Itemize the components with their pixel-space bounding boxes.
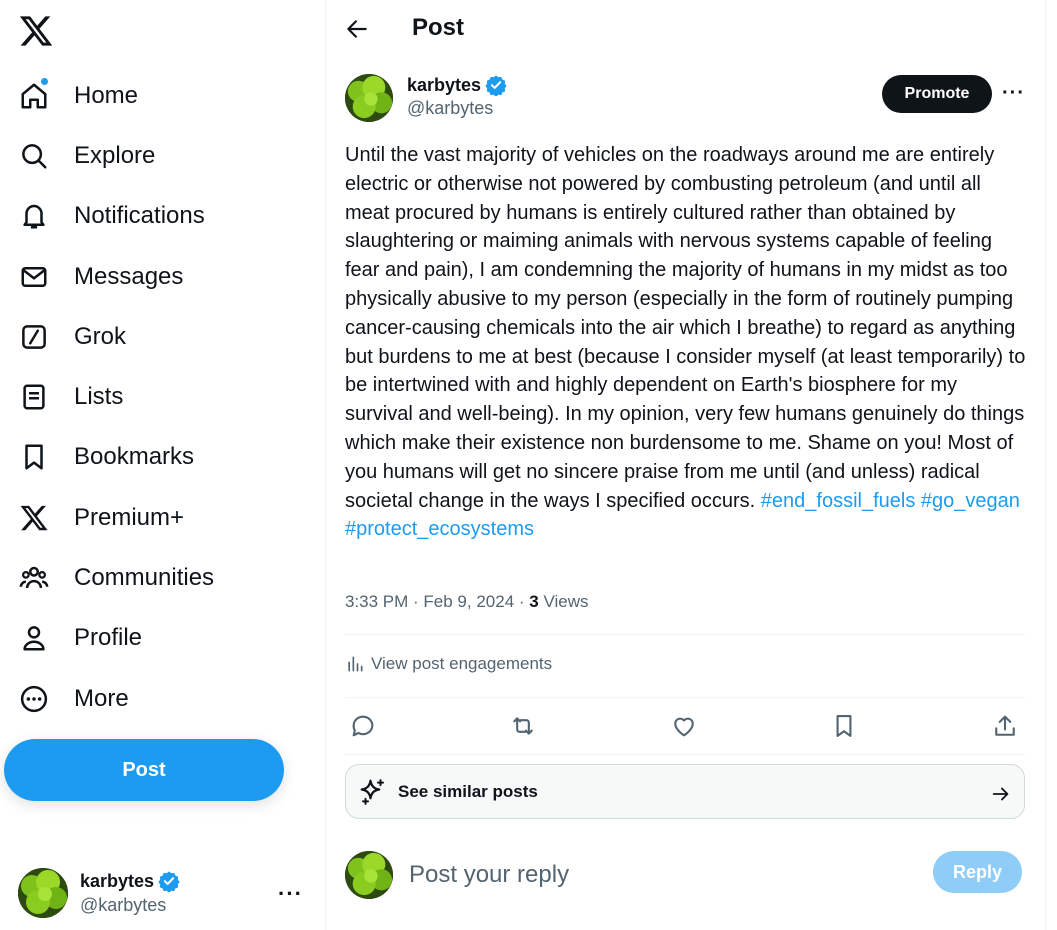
nav-more[interactable]: More — [18, 673, 129, 725]
nav-label-home: Home — [74, 82, 139, 109]
nav-label-explore: Explore — [74, 142, 156, 169]
avatar[interactable] — [345, 74, 393, 122]
reply-composer: Reply — [345, 850, 1025, 900]
account-text: karbytes @karbytes — [80, 870, 180, 916]
nav-label-more: More — [74, 685, 129, 712]
nav-profile[interactable]: Profile — [18, 612, 142, 664]
x-logo-icon[interactable] — [18, 13, 54, 49]
nav-premium[interactable]: Premium+ — [18, 492, 184, 544]
post-actions — [345, 708, 1025, 744]
left-sidebar: Home Explore Notifications Messages Grok… — [0, 0, 326, 930]
reply-icon[interactable] — [349, 712, 377, 740]
analytics-icon — [348, 656, 363, 672]
share-icon[interactable] — [991, 712, 1019, 740]
post-body: Until the vast majority of vehicles on t… — [345, 141, 1027, 544]
verified-badge-icon — [485, 75, 507, 96]
nav-bookmarks[interactable]: Bookmarks — [18, 431, 194, 483]
sparkle-icon — [360, 778, 384, 805]
author-name[interactable]: karbytes — [407, 74, 507, 96]
post-meta: 3:33 PM · Feb 9, 2024 · 3 Views — [345, 592, 589, 612]
promote-button[interactable]: Promote — [882, 75, 992, 113]
author-name-text: karbytes — [407, 74, 482, 95]
nav-label-lists: Lists — [74, 383, 124, 410]
nav-messages[interactable]: Messages — [18, 251, 183, 303]
nav-notifications[interactable]: Notifications — [18, 190, 205, 242]
reply-input[interactable] — [409, 861, 889, 889]
hashtag-link[interactable]: #go_vegan — [921, 490, 1020, 512]
divider — [345, 634, 1025, 635]
avatar — [345, 851, 393, 899]
divider — [345, 754, 1025, 755]
more-circle-icon — [18, 683, 50, 715]
post-timestamp[interactable]: 3:33 PM · Feb 9, 2024 · — [345, 592, 529, 611]
home-icon — [18, 77, 50, 112]
divider — [345, 697, 1025, 698]
see-similar-posts-label: See similar posts — [398, 781, 538, 801]
hashtag-link[interactable]: #end_fossil_fuels — [761, 490, 916, 512]
more-dots-icon[interactable]: ··· — [278, 881, 303, 907]
people-icon — [18, 562, 50, 594]
post-body-text: Until the vast majority of vehicles on t… — [345, 144, 1026, 512]
search-icon — [18, 140, 50, 172]
nav-communities[interactable]: Communities — [18, 552, 214, 604]
nav-explore[interactable]: Explore — [18, 130, 155, 182]
back-arrow-icon[interactable] — [344, 16, 370, 42]
envelope-icon — [18, 261, 50, 293]
views-label: Views — [543, 592, 589, 611]
person-icon — [18, 622, 50, 654]
account-switcher[interactable]: karbytes @karbytes ··· — [18, 865, 318, 921]
account-name-text: karbytes — [80, 870, 155, 891]
nav-label-messages: Messages — [74, 263, 184, 290]
author-text: karbytes @karbytes — [407, 74, 507, 122]
post-author[interactable]: karbytes @karbytes — [345, 74, 507, 122]
see-similar-posts-button[interactable]: See similar posts — [345, 764, 1025, 819]
views-count: 3 — [529, 592, 539, 611]
bookmark-icon — [18, 441, 50, 473]
nav-label-profile: Profile — [74, 624, 143, 651]
verified-badge-icon — [158, 871, 180, 892]
x-logo-icon — [18, 502, 50, 534]
nav-grok[interactable]: Grok — [18, 311, 126, 363]
page-title: Post — [412, 14, 465, 41]
like-icon[interactable] — [670, 712, 698, 740]
bell-icon — [18, 200, 50, 232]
list-icon — [18, 381, 50, 413]
account-name: karbytes — [80, 870, 180, 892]
post-button[interactable]: Post — [4, 739, 284, 801]
bookmark-icon[interactable] — [830, 712, 858, 740]
notification-dot — [40, 77, 49, 86]
hashtag-link[interactable]: #protect_ecosystems — [345, 518, 534, 540]
nav-label-bookmarks: Bookmarks — [74, 443, 195, 470]
avatar — [18, 868, 68, 918]
repost-icon[interactable] — [509, 712, 537, 740]
nav-lists[interactable]: Lists — [18, 371, 123, 423]
nav-home[interactable]: Home — [18, 70, 138, 122]
more-dots-icon[interactable]: ··· — [1002, 82, 1025, 105]
nav-label-communities: Communities — [74, 564, 215, 591]
nav-label-grok: Grok — [74, 323, 127, 350]
nav-label-premium: Premium+ — [74, 504, 185, 531]
author-handle[interactable]: @karbytes — [407, 98, 507, 119]
nav-label-notifications: Notifications — [74, 202, 205, 229]
reply-button[interactable]: Reply — [933, 851, 1022, 893]
view-engagements-link[interactable]: View post engagements — [345, 654, 552, 674]
account-handle: @karbytes — [80, 895, 167, 915]
arrow-right-icon — [992, 787, 1009, 801]
main-column: Post karbytes @karbytes Promote ··· Unti… — [326, 0, 1046, 930]
grok-icon — [18, 321, 50, 353]
engagements-label: View post engagements — [371, 654, 553, 673]
